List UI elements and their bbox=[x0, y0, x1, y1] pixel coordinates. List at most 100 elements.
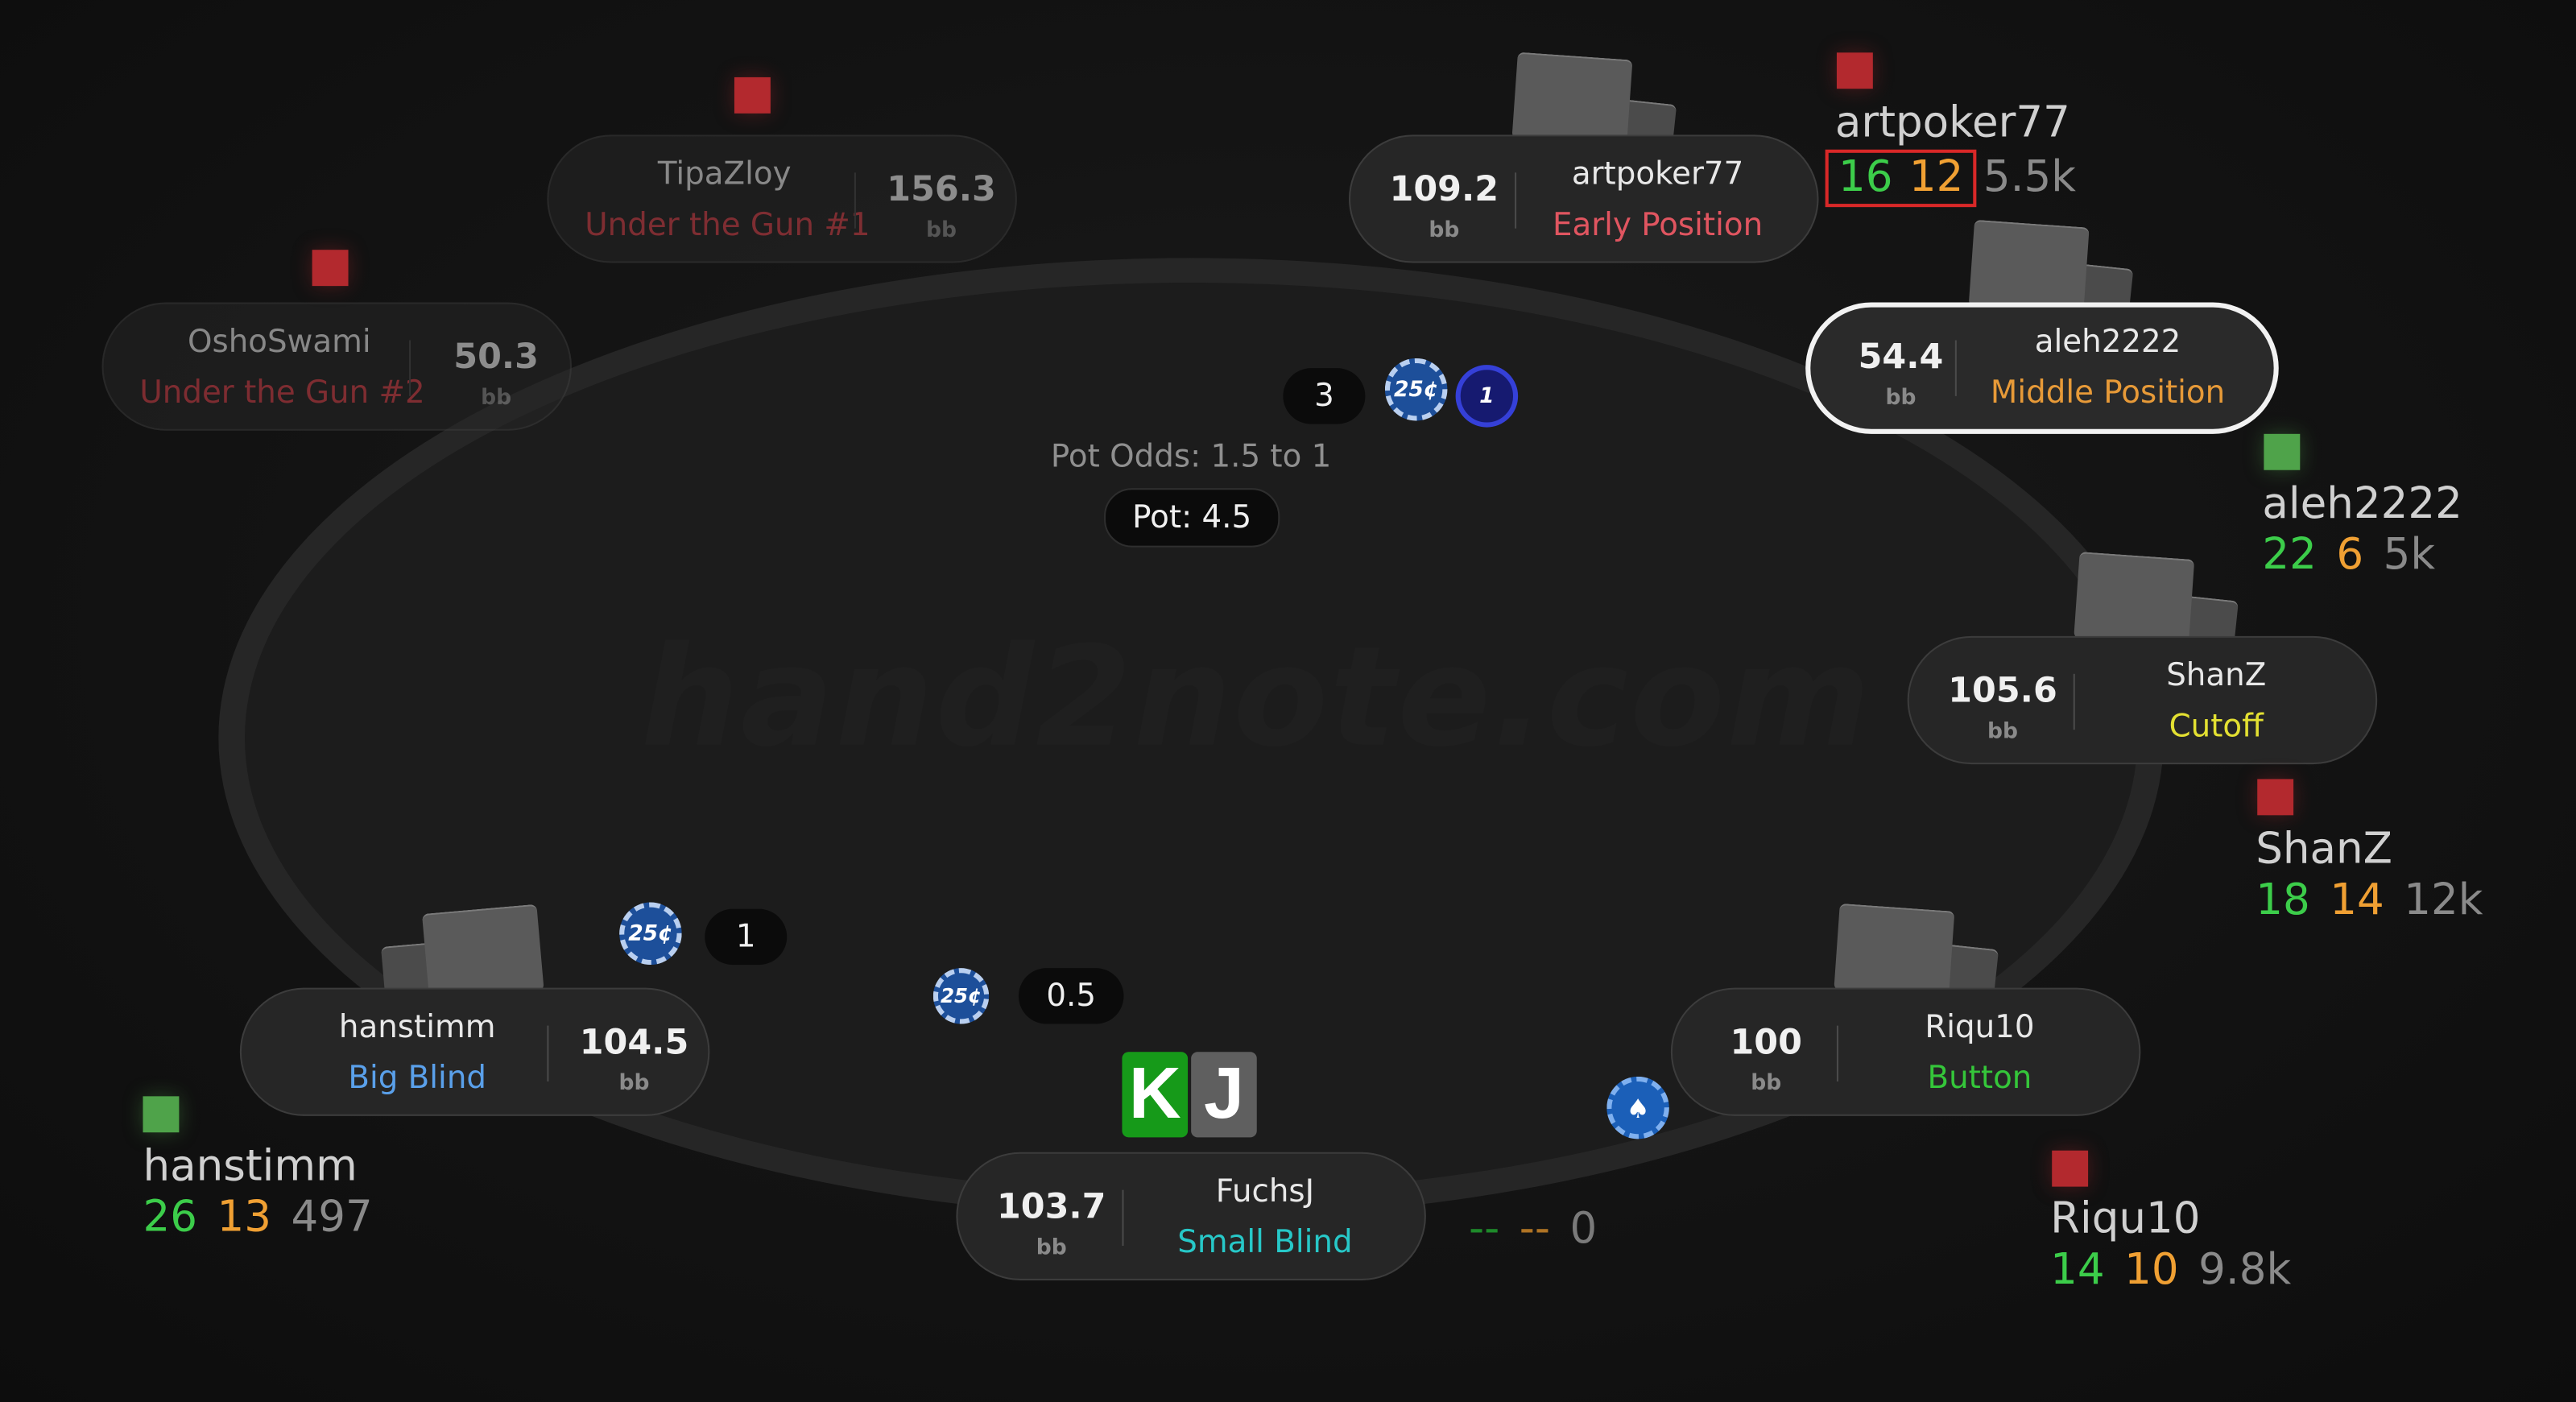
stack-size: 104.5 bbox=[579, 1022, 689, 1062]
vpip-stat: 26 bbox=[143, 1193, 198, 1243]
seat-divider bbox=[1954, 340, 1957, 396]
pfr-stat: -- bbox=[1519, 1205, 1550, 1255]
dealer-button-icon: ♠ bbox=[1606, 1076, 1669, 1139]
shanz-card-back bbox=[2074, 552, 2195, 647]
player-name: artpoker77 bbox=[1571, 155, 1744, 192]
player-position: Middle Position bbox=[1990, 374, 2226, 412]
stack-unit: bb bbox=[1429, 218, 1460, 244]
seat-shanz[interactable]: 105.6 bb ShanZ Cutoff bbox=[1907, 635, 2378, 765]
vpip-stat: 22 bbox=[2262, 531, 2317, 581]
hud-stats: 16 12 5.5k bbox=[1825, 150, 2076, 208]
stack-unit: bb bbox=[926, 218, 957, 244]
hud-stats: 22 6 5k bbox=[2262, 531, 2462, 583]
seat-aleh2222[interactable]: 54.4 bb aleh2222 Middle Position bbox=[1805, 302, 2279, 434]
stack-unit: bb bbox=[1885, 386, 1916, 412]
player-name: aleh2222 bbox=[2034, 324, 2181, 360]
hud-stats: 14 10 9.8k bbox=[2050, 1246, 2291, 1297]
hud-stats: 26 13 497 bbox=[143, 1193, 372, 1245]
stack-size: 100 bbox=[1730, 1022, 1802, 1062]
artpoker77-hud-marker[interactable] bbox=[1836, 52, 1873, 89]
seat-divider bbox=[409, 340, 411, 396]
player-position: Early Position bbox=[1552, 207, 1764, 244]
bet-amount-bb: 1 bbox=[705, 908, 788, 966]
artpoker77-card-back bbox=[1511, 52, 1633, 147]
hanstimm-hud-marker[interactable] bbox=[143, 1096, 180, 1133]
pot-total: Pot: 4.5 bbox=[1104, 488, 1280, 548]
chip-25c-icon: 25¢ bbox=[619, 902, 682, 966]
player-name: Riqu10 bbox=[1925, 1009, 2035, 1046]
hero-card-2: J bbox=[1191, 1052, 1257, 1138]
pfr-stat: 12 bbox=[1908, 153, 1964, 203]
bet-amount-utg2: 3 bbox=[1283, 368, 1366, 424]
chip-1-icon: 1 bbox=[1455, 365, 1519, 428]
player-position: Small Blind bbox=[1177, 1224, 1353, 1261]
hud-aleh2222[interactable]: aleh2222 22 6 5k bbox=[2262, 480, 2462, 582]
seat-divider bbox=[1122, 1189, 1124, 1247]
player-name: TipaZloy bbox=[657, 155, 792, 192]
hud-highlight-box: 16 12 bbox=[1825, 150, 1977, 208]
seat-tipazloy[interactable]: TipaZloy Under the Gun #1 156.3 bb bbox=[547, 134, 1017, 263]
hud-player-name: hanstimm bbox=[143, 1142, 358, 1192]
player-position: Under the Gun #1 bbox=[585, 207, 870, 244]
hands-stat: 0 bbox=[1569, 1205, 1598, 1255]
hands-stat: 9.8k bbox=[2198, 1246, 2292, 1296]
tipazloy-marker bbox=[734, 77, 771, 114]
hud-stats: 18 14 12k bbox=[2256, 876, 2483, 928]
chip-25c-icon: 25¢ bbox=[932, 968, 990, 1024]
aleh2222-card-back bbox=[1968, 219, 2090, 315]
pfr-stat: 13 bbox=[217, 1193, 272, 1243]
hands-stat: 5k bbox=[2383, 531, 2436, 581]
bet-amount-sb: 0.5 bbox=[1018, 968, 1124, 1024]
watermark: hand2note.com bbox=[640, 616, 1872, 778]
player-position: Under the Gun #2 bbox=[139, 374, 425, 412]
hud-player-name: artpoker77 bbox=[1834, 98, 2070, 148]
pot-odds: Pot Odds: 1.5 to 1 bbox=[1050, 438, 1332, 475]
hero-card-1: K bbox=[1122, 1052, 1189, 1138]
seat-divider bbox=[547, 1025, 549, 1081]
riqu10-hud-marker[interactable] bbox=[2052, 1150, 2089, 1187]
seat-divider bbox=[1836, 1025, 1838, 1081]
seat-divider bbox=[854, 172, 856, 229]
stack-unit: bb bbox=[1751, 1071, 1782, 1097]
seat-fuchsj[interactable]: 103.7 bb FuchsJ Small Blind bbox=[956, 1152, 1426, 1280]
vpip-stat: 18 bbox=[2256, 876, 2310, 926]
player-position: Button bbox=[1927, 1060, 2032, 1097]
stack-unit: bb bbox=[618, 1071, 650, 1097]
stack-unit: bb bbox=[1987, 719, 2019, 745]
seat-hanstimm[interactable]: hanstimm Big Blind 104.5 bb bbox=[239, 987, 710, 1116]
player-position: Cutoff bbox=[2169, 708, 2264, 745]
hud-riqu10[interactable]: Riqu10 14 10 9.8k bbox=[2050, 1195, 2291, 1297]
player-name: ShanZ bbox=[2166, 657, 2267, 694]
seat-artpoker77[interactable]: 109.2 bb artpoker77 Early Position bbox=[1349, 134, 1819, 263]
player-position: Big Blind bbox=[348, 1060, 486, 1097]
stack-size: 50.3 bbox=[453, 337, 539, 377]
stack-unit: bb bbox=[481, 386, 512, 412]
seat-oshoswami[interactable]: OshoSwami Under the Gun #2 50.3 bb bbox=[101, 302, 572, 431]
hud-hanstimm[interactable]: hanstimm 26 13 497 bbox=[143, 1142, 372, 1244]
aleh2222-hud-marker[interactable] bbox=[2264, 433, 2301, 470]
vpip-stat: 16 bbox=[1838, 153, 1893, 203]
oshoswami-marker bbox=[312, 250, 349, 287]
stack-unit: bb bbox=[1036, 1235, 1067, 1261]
stack-size: 109.2 bbox=[1389, 169, 1499, 209]
pfr-stat: 6 bbox=[2336, 531, 2364, 581]
hud-hero[interactable]: -- -- 0 bbox=[1469, 1205, 1597, 1254]
riqu10-card-back bbox=[1834, 903, 1955, 999]
player-name: FuchsJ bbox=[1215, 1173, 1315, 1210]
hands-stat: 5.5k bbox=[1983, 153, 2076, 203]
player-name: OshoSwami bbox=[188, 324, 371, 360]
hud-shanz[interactable]: ShanZ 18 14 12k bbox=[2256, 825, 2483, 928]
hud-player-name: ShanZ bbox=[2256, 825, 2392, 875]
poker-table-view: hand2note.com TipaZloy Under the Gun #1 … bbox=[0, 0, 2576, 1402]
shanz-hud-marker[interactable] bbox=[2257, 779, 2294, 816]
chip-25c-icon: 25¢ bbox=[1384, 358, 1448, 421]
stack-size: 54.4 bbox=[1858, 337, 1944, 377]
hud-artpoker77[interactable]: artpoker77 16 12 5.5k bbox=[1825, 98, 2076, 208]
hud-player-name: aleh2222 bbox=[2262, 479, 2462, 530]
hud-player-name: Riqu10 bbox=[2050, 1194, 2201, 1245]
vpip-stat: -- bbox=[1468, 1205, 1500, 1255]
seat-divider bbox=[1515, 172, 1517, 229]
pfr-stat: 14 bbox=[2330, 876, 2384, 926]
pfr-stat: 10 bbox=[2124, 1246, 2179, 1296]
seat-riqu10[interactable]: 100 bb Riqu10 Button bbox=[1670, 987, 2141, 1116]
